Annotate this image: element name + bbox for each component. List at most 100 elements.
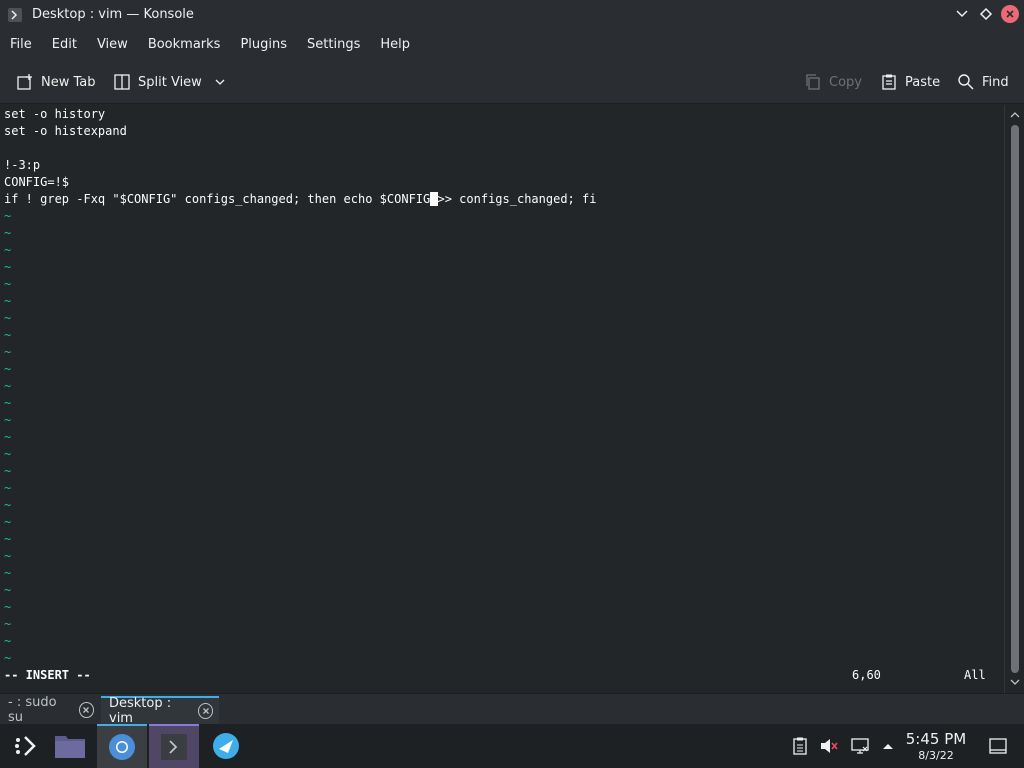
chevron-up-icon: [883, 744, 893, 749]
find-label: Find: [982, 74, 1009, 90]
find-button[interactable]: Find: [957, 72, 1009, 92]
menu-view[interactable]: View: [97, 37, 128, 52]
konsole-task[interactable]: [149, 724, 199, 768]
clipboard-tray-icon[interactable]: [790, 736, 810, 756]
new-tab-button[interactable]: New Tab: [16, 72, 96, 92]
vim-mode-indicator: -- INSERT --: [4, 668, 91, 682]
scroll-down-icon[interactable]: [1009, 677, 1021, 687]
show-desktop-button[interactable]: [988, 736, 1008, 756]
empty-line-tilde: ~: [4, 362, 12, 376]
empty-line-tilde: ~: [4, 634, 12, 648]
terminal-command-line: if ! grep -Fxq "$CONFIG" configs_changed…: [4, 191, 596, 208]
network-tray-icon[interactable]: [850, 736, 870, 756]
volume-muted-icon: [821, 739, 838, 753]
tab-close-button[interactable]: [78, 702, 94, 718]
terminal-view[interactable]: set -o history set -o histexpand !-3:p C…: [0, 105, 1004, 693]
tab-close-button[interactable]: [198, 703, 213, 719]
empty-line-tilde: ~: [4, 345, 12, 359]
application-launcher[interactable]: [0, 724, 50, 768]
empty-line-tilde: ~: [4, 396, 12, 410]
terminal-line: set -o history: [4, 107, 106, 121]
command-before-cursor: if ! grep -Fxq "$CONFIG" configs_changed…: [4, 192, 431, 206]
scroll-position: All: [964, 668, 986, 682]
menu-bookmarks[interactable]: Bookmarks: [148, 37, 221, 52]
empty-line-tilde: ~: [4, 532, 12, 546]
diamond-icon: [979, 7, 993, 21]
empty-line-tilde: ~: [4, 226, 12, 240]
menu-settings[interactable]: Settings: [307, 37, 360, 52]
empty-line-tilde: ~: [4, 447, 12, 461]
cursor-position: 6,60: [852, 668, 881, 682]
folder-icon: [55, 736, 85, 758]
close-icon: [83, 707, 90, 713]
empty-line-tilde: ~: [4, 379, 12, 393]
chromium-icon: [109, 734, 135, 760]
taskbar: 5:45 PM 8/3/22: [0, 724, 1024, 768]
clock-date: 8/3/22: [918, 749, 954, 762]
discover-icon: [213, 733, 239, 759]
scrollbar-thumb[interactable]: [1011, 125, 1019, 673]
vertical-scrollbar[interactable]: [1004, 105, 1024, 693]
empty-line-tilde: ~: [4, 209, 12, 223]
menu-help[interactable]: Help: [380, 37, 410, 52]
empty-line-tilde: ~: [4, 277, 12, 291]
empty-line-tilde: ~: [4, 617, 12, 631]
empty-line-tilde: ~: [4, 243, 12, 257]
terminal-line: CONFIG=!$: [4, 175, 70, 189]
empty-line-tilde: ~: [4, 430, 12, 444]
menu-file[interactable]: File: [10, 37, 32, 52]
paste-label: Paste: [905, 74, 941, 90]
tab-label: - : sudo su: [8, 695, 57, 725]
empty-line-tilde: ~: [4, 294, 12, 308]
show-desktop-icon: [989, 738, 1007, 754]
command-after-cursor: >> configs_changed; fi: [437, 192, 597, 206]
volume-tray-icon[interactable]: [819, 736, 839, 756]
chevron-down-icon[interactable]: [214, 76, 226, 88]
empty-line-tilde: ~: [4, 566, 12, 580]
split-view-icon: [114, 74, 130, 90]
tab-label: Desktop : vim: [109, 696, 172, 726]
tab-bar: - : sudo su Desktop : vim: [0, 693, 1024, 726]
copy-icon: [806, 74, 820, 90]
tab-desktop-vim[interactable]: Desktop : vim: [101, 696, 219, 726]
tab-sudo-su[interactable]: - : sudo su: [0, 695, 100, 725]
browser-task[interactable]: [97, 724, 147, 768]
close-icon: [202, 708, 209, 714]
empty-line-tilde: ~: [4, 651, 12, 665]
terminal-line: !-3:p: [4, 158, 41, 172]
konsole-app-icon: [8, 7, 22, 22]
show-hidden-icons-button[interactable]: [878, 736, 898, 756]
search-icon: [958, 74, 974, 90]
toolbar: New Tab Split View Copy Paste Find: [0, 60, 1024, 104]
new-tab-label: New Tab: [41, 74, 96, 90]
menu-plugins[interactable]: Plugins: [240, 37, 287, 52]
empty-line-tilde: ~: [4, 413, 12, 427]
file-manager-task[interactable]: [45, 724, 95, 768]
empty-line-tilde: ~: [4, 498, 12, 512]
split-view-label: Split View: [138, 74, 202, 90]
clipboard-icon: [793, 737, 807, 755]
menu-edit[interactable]: Edit: [52, 37, 77, 52]
copy-label: Copy: [829, 74, 862, 90]
minimize-button[interactable]: [953, 5, 971, 23]
discover-task[interactable]: [201, 724, 251, 768]
maximize-button[interactable]: [977, 5, 995, 23]
empty-line-tilde: ~: [4, 260, 12, 274]
network-icon: [851, 738, 869, 754]
scroll-up-icon[interactable]: [1009, 110, 1021, 120]
paste-icon: [882, 74, 896, 90]
empty-line-tilde: ~: [4, 481, 12, 495]
copy-button[interactable]: Copy: [804, 72, 862, 92]
empty-line-tilde: ~: [4, 311, 12, 325]
digital-clock[interactable]: 5:45 PM 8/3/22: [905, 730, 967, 762]
window-title: Desktop : vim — Konsole: [32, 7, 194, 22]
close-button[interactable]: [1001, 5, 1019, 23]
empty-line-tilde: ~: [4, 328, 12, 342]
empty-line-tilde: ~: [4, 515, 12, 529]
text-cursor: [430, 192, 438, 206]
new-tab-icon: [17, 74, 32, 90]
paste-button[interactable]: Paste: [880, 72, 940, 92]
terminal-line: set -o histexpand: [4, 124, 127, 138]
split-view-button[interactable]: Split View: [113, 72, 226, 92]
empty-line-tilde: ~: [4, 464, 12, 478]
